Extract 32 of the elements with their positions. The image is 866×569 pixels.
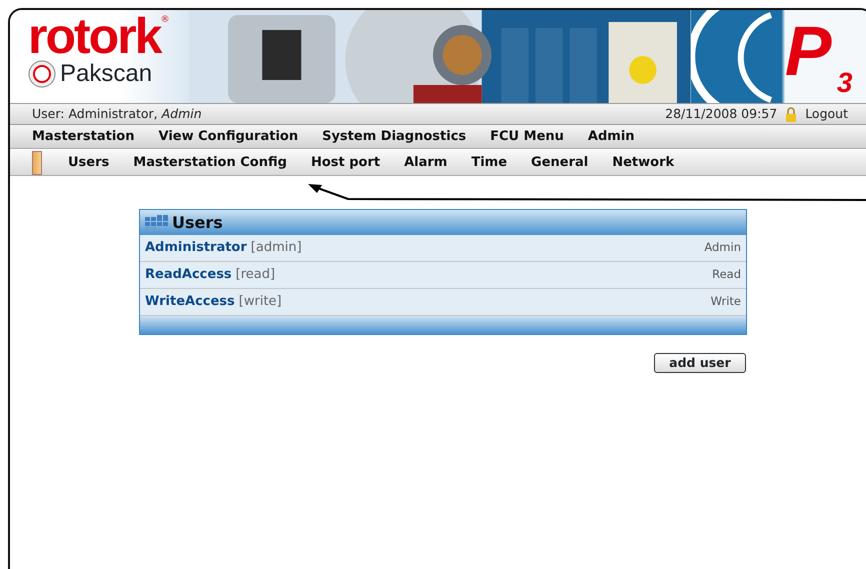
lock-icon (785, 106, 798, 122)
add-user-button[interactable]: add user (654, 353, 746, 373)
product-mark: P (784, 16, 832, 86)
registered-mark: ® (160, 15, 170, 25)
submenu-tab[interactable]: Network (612, 152, 674, 172)
menu-item[interactable]: System Diagnostics (322, 126, 466, 146)
submenu-tab[interactable]: Host port (310, 152, 380, 172)
menu-item[interactable]: Masterstation (32, 126, 134, 146)
user-role: Write (710, 293, 741, 310)
user-link[interactable]: WriteAccess (145, 292, 235, 312)
logout-link[interactable]: Logout (805, 104, 848, 124)
user-role: Admin (704, 239, 741, 256)
submenu-tab[interactable]: Alarm (404, 152, 448, 172)
user-link[interactable]: Administrator (145, 238, 247, 258)
grid-icon (145, 214, 169, 230)
menu-item[interactable]: FCU Menu (490, 126, 564, 146)
submenu-tab[interactable]: Users (68, 152, 110, 172)
submenu-tab[interactable]: General (531, 152, 588, 172)
user-login: [write] (238, 293, 282, 312)
menu-item[interactable]: Admin (588, 126, 635, 146)
user-role: Read (712, 266, 741, 284)
submenu-tab[interactable]: Time (471, 152, 508, 172)
user-link[interactable]: ReadAccess (145, 265, 232, 285)
product-emblem-icon (28, 60, 56, 88)
menu-item[interactable]: View Configuration (158, 126, 298, 146)
product-mark-number: 3 (836, 68, 852, 98)
user-login: [admin] (250, 239, 302, 258)
date-time: 28/11/2008 09:57 (665, 104, 778, 123)
user-info: User: Administrator, Admin (32, 104, 202, 123)
submenu-tab[interactable]: Masterstation Config (133, 152, 287, 172)
user-login: [read] (236, 266, 276, 284)
panel-title: Users (172, 212, 223, 234)
